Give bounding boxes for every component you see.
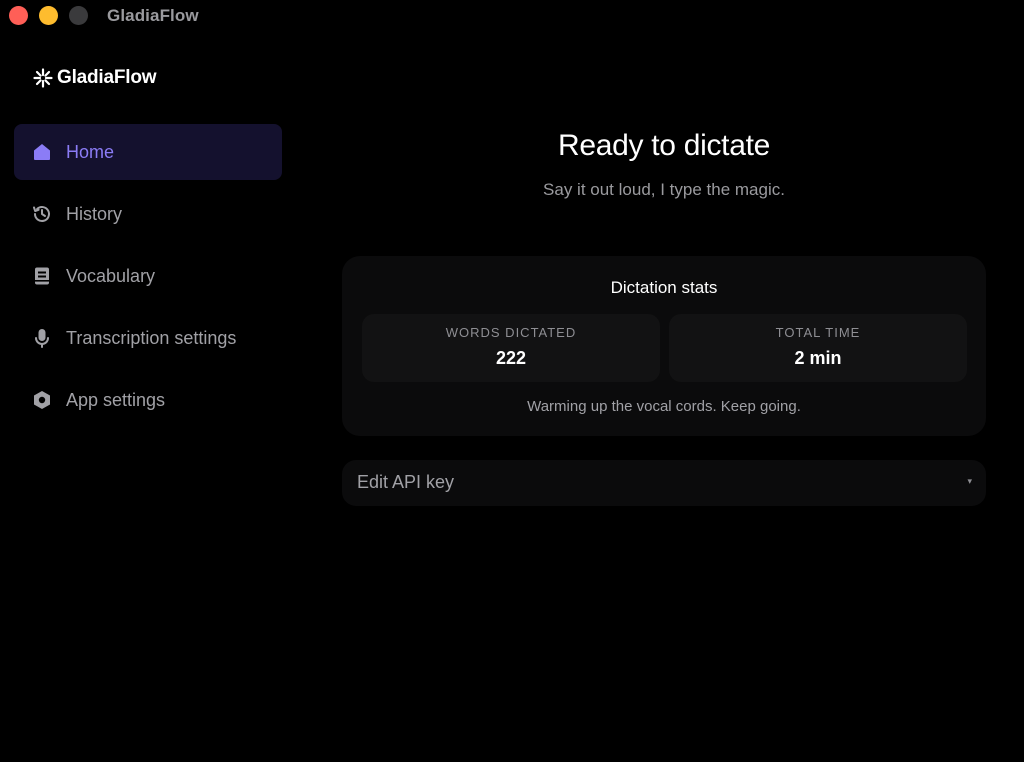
sidebar-item-home[interactable]: Home — [14, 124, 282, 180]
book-icon — [31, 265, 53, 287]
sidebar-item-app-settings[interactable]: App settings — [14, 372, 282, 428]
home-icon — [31, 141, 53, 163]
total-time-stat: TOTAL TIME 2 min — [669, 314, 967, 382]
sidebar-item-label: App settings — [66, 389, 166, 410]
maximize-window-button[interactable] — [69, 6, 88, 25]
stat-label: TOTAL TIME — [775, 325, 861, 340]
microphone-icon — [31, 327, 53, 349]
stats-title: Dictation stats — [610, 278, 718, 297]
words-dictated-stat: WORDS DICTATED 222 — [362, 314, 660, 382]
sidebar-item-label: Vocabulary — [66, 265, 156, 286]
sidebar-item-history[interactable]: History — [14, 186, 282, 242]
brand-logo: GladiaFlow — [33, 66, 157, 90]
sidebar: GladiaFlow Home History Vocabulary Trans… — [0, 32, 300, 762]
stat-label: WORDS DICTATED — [445, 325, 577, 340]
stats-message: Warming up the vocal cords. Keep going. — [527, 398, 801, 415]
sidebar-item-label: Home — [66, 141, 115, 162]
page-title: Ready to dictate — [558, 129, 770, 162]
edit-api-key-label: Edit API key — [357, 472, 455, 492]
sidebar-item-transcription-settings[interactable]: Transcription settings — [14, 310, 282, 366]
page-subtitle: Say it out loud, I type the magic. — [543, 180, 785, 199]
history-icon — [31, 203, 53, 225]
settings-icon — [31, 389, 53, 411]
title-bar: GladiaFlow — [0, 0, 1024, 32]
caret-down-icon: ▾ — [967, 476, 972, 486]
main-content: Ready to dictate Say it out loud, I type… — [300, 32, 1024, 762]
stat-value: 222 — [495, 348, 527, 368]
sidebar-item-vocabulary[interactable]: Vocabulary — [14, 248, 282, 304]
window-title: GladiaFlow — [107, 6, 199, 25]
dictation-stats-card: Dictation stats WORDS DICTATED 222 TOTAL… — [342, 256, 986, 436]
brand-name: GladiaFlow — [57, 67, 157, 88]
close-window-button[interactable] — [9, 6, 28, 25]
edit-api-key-dropdown[interactable]: Edit API key ▾ — [342, 460, 986, 506]
sparkle-logo-icon — [33, 68, 53, 88]
minimize-window-button[interactable] — [39, 6, 58, 25]
sidebar-item-label: History — [66, 203, 123, 224]
sidebar-item-label: Transcription settings — [66, 327, 237, 348]
stat-value: 2 min — [794, 348, 842, 368]
app-window: GladiaFlow GladiaFlow Home History Vocab… — [0, 0, 1024, 762]
